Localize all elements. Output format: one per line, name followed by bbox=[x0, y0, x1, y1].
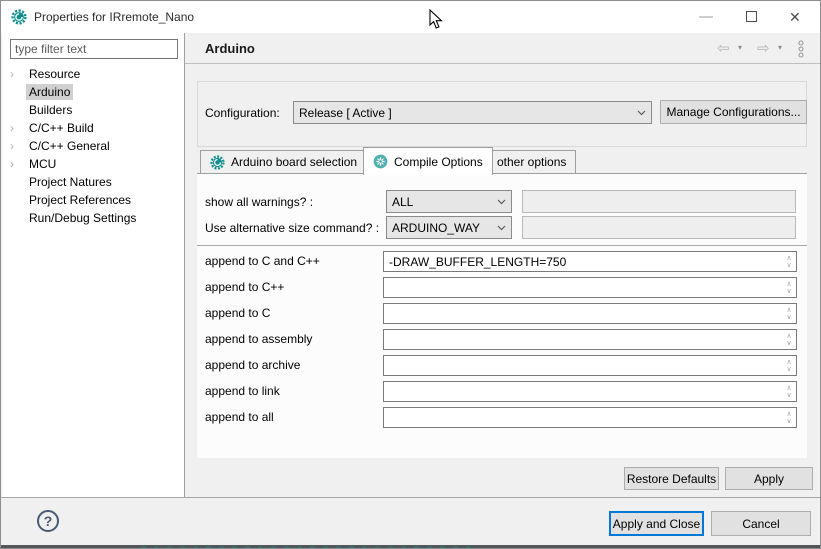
sidebar-divider bbox=[184, 33, 185, 497]
size-command-label: Use alternative size command? : bbox=[205, 221, 379, 235]
chevron-right-icon[interactable]: › bbox=[10, 137, 22, 155]
minimize-button bbox=[699, 16, 713, 18]
restore-defaults-button[interactable]: Restore Defaults bbox=[624, 467, 719, 490]
size-command-value: ARDUINO_WAY bbox=[392, 221, 480, 235]
append-cpp-field: ∧∨ bbox=[383, 277, 797, 298]
sidebar-item-project-references[interactable]: Project References bbox=[2, 191, 184, 209]
append-archive-label: append to archive bbox=[205, 358, 300, 372]
warnings-value: ALL bbox=[392, 195, 413, 209]
append-all-field: ∧∨ bbox=[383, 407, 797, 428]
chevron-right-icon[interactable]: › bbox=[10, 155, 22, 173]
sidebar-item-resource[interactable]: › Resource bbox=[2, 65, 184, 83]
filter-input[interactable] bbox=[10, 39, 178, 59]
spinner-icon[interactable]: ∧∨ bbox=[783, 383, 795, 400]
append-archive-field: ∧∨ bbox=[383, 355, 797, 376]
append-archive-input[interactable] bbox=[383, 355, 797, 376]
close-button[interactable]: ✕ bbox=[789, 8, 801, 26]
configuration-label: Configuration: bbox=[205, 106, 280, 120]
spinner-icon[interactable]: ∧∨ bbox=[783, 331, 795, 348]
append-c-cpp-field: ∧∨ bbox=[383, 251, 797, 272]
title-bar: Properties for IRremote_Nano ✕ bbox=[1, 1, 820, 33]
apply-button[interactable]: Apply bbox=[725, 467, 813, 490]
tab-other-options[interactable]: other options bbox=[487, 150, 576, 174]
append-c-cpp-input[interactable] bbox=[383, 251, 797, 272]
sidebar: › Resource Arduino Builders › C/C++ Buil… bbox=[2, 33, 184, 497]
chevron-right-icon[interactable]: › bbox=[10, 65, 22, 83]
chevron-down-icon bbox=[637, 110, 646, 116]
append-all-input[interactable] bbox=[383, 407, 797, 428]
spinner-icon[interactable]: ∧∨ bbox=[783, 253, 795, 270]
tab-compile-options[interactable]: Compile Options bbox=[363, 147, 493, 175]
append-all-label: append to all bbox=[205, 410, 274, 424]
warnings-select[interactable]: ALL bbox=[386, 190, 512, 213]
back-arrow-icon[interactable]: ⇦ bbox=[717, 39, 730, 57]
options-separator bbox=[197, 245, 807, 246]
apply-and-close-button[interactable]: Apply and Close bbox=[609, 511, 704, 536]
sidebar-item-builders[interactable]: Builders bbox=[2, 101, 184, 119]
chevron-down-icon bbox=[497, 225, 506, 231]
tab-label: other options bbox=[497, 155, 566, 169]
sidebar-item-arduino[interactable]: Arduino bbox=[2, 83, 184, 101]
append-link-field: ∧∨ bbox=[383, 381, 797, 402]
append-assembly-input[interactable] bbox=[383, 329, 797, 350]
chevron-down-icon bbox=[497, 199, 506, 205]
append-assembly-field: ∧∨ bbox=[383, 329, 797, 350]
bottom-bar: ? Apply and Close Cancel bbox=[1, 498, 821, 545]
configuration-value: Release [ Active ] bbox=[299, 106, 392, 120]
sidebar-item-mcu[interactable]: › MCU bbox=[2, 155, 184, 173]
spinner-icon[interactable]: ∧∨ bbox=[783, 279, 795, 296]
page-title: Arduino bbox=[205, 41, 255, 56]
view-menu-icon[interactable] bbox=[797, 40, 805, 58]
manage-configurations-button[interactable]: Manage Configurations... bbox=[660, 100, 807, 124]
sidebar-item-cpp-general[interactable]: › C/C++ General bbox=[2, 137, 184, 155]
cancel-button[interactable]: Cancel bbox=[711, 511, 811, 536]
properties-tree: › Resource Arduino Builders › C/C++ Buil… bbox=[2, 65, 184, 227]
append-c-input[interactable] bbox=[383, 303, 797, 324]
size-command-extra-field bbox=[522, 216, 796, 239]
maximize-button[interactable] bbox=[746, 11, 757, 22]
tab-label: Arduino board selection bbox=[231, 155, 357, 169]
page-header: Arduino ⇦ ▾ ⇨ ▾ bbox=[185, 33, 821, 64]
append-link-label: append to link bbox=[205, 384, 280, 398]
configuration-select[interactable]: Release [ Active ] bbox=[293, 101, 652, 124]
size-command-select[interactable]: ARDUINO_WAY bbox=[386, 216, 512, 239]
sloeber-gear-icon bbox=[11, 9, 27, 25]
window-title: Properties for IRremote_Nano bbox=[34, 10, 194, 24]
warnings-extra-field bbox=[522, 190, 796, 213]
spinner-icon[interactable]: ∧∨ bbox=[783, 305, 795, 322]
forward-arrow-icon[interactable]: ⇨ bbox=[757, 39, 770, 57]
append-link-input[interactable] bbox=[383, 381, 797, 402]
tab-label: Compile Options bbox=[394, 155, 483, 169]
sidebar-item-project-natures[interactable]: Project Natures bbox=[2, 173, 184, 191]
warnings-label: show all warnings? : bbox=[205, 195, 313, 209]
back-dropdown-caret-icon[interactable]: ▾ bbox=[738, 43, 742, 52]
append-c-label: append to C bbox=[205, 306, 270, 320]
append-c-cpp-label: append to C and C++ bbox=[205, 254, 320, 268]
mouse-cursor bbox=[429, 9, 444, 30]
forward-dropdown-caret-icon[interactable]: ▾ bbox=[778, 43, 782, 52]
tab-arduino-board-selection[interactable]: Arduino board selection bbox=[200, 150, 367, 174]
gear-disc-icon bbox=[373, 154, 388, 169]
sidebar-item-run-debug-settings[interactable]: Run/Debug Settings bbox=[2, 209, 184, 227]
sloeber-gear-icon bbox=[210, 155, 225, 170]
help-icon[interactable]: ? bbox=[37, 510, 59, 532]
append-c-field: ∧∨ bbox=[383, 303, 797, 324]
spinner-icon[interactable]: ∧∨ bbox=[783, 357, 795, 374]
sidebar-item-cpp-build[interactable]: › C/C++ Build bbox=[2, 119, 184, 137]
append-cpp-input[interactable] bbox=[383, 277, 797, 298]
append-assembly-label: append to assembly bbox=[205, 332, 312, 346]
chevron-right-icon[interactable]: › bbox=[10, 119, 22, 137]
append-cpp-label: append to C++ bbox=[205, 280, 284, 294]
spinner-icon[interactable]: ∧∨ bbox=[783, 409, 795, 426]
window-bottom-edge bbox=[1, 545, 821, 549]
properties-dialog: Properties for IRremote_Nano ✕ › Resourc… bbox=[0, 0, 821, 549]
